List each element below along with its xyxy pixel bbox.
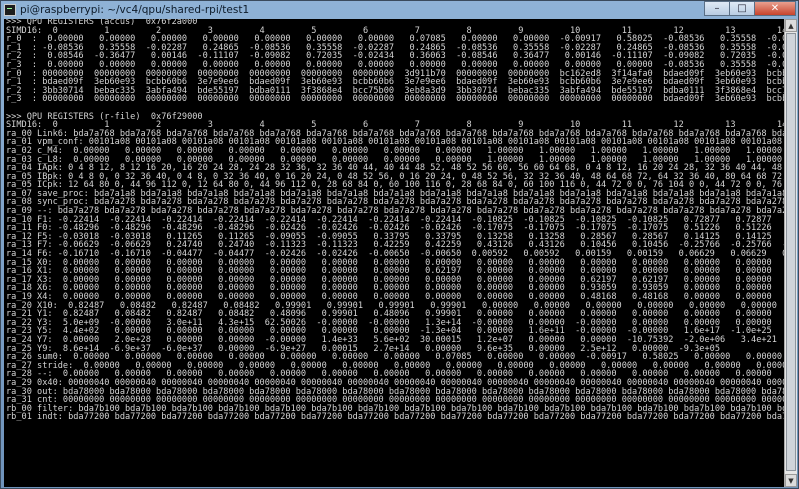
- terminal-icon[interactable]: [4, 3, 16, 16]
- window-controls: – □ ✕: [704, 1, 796, 16]
- terminal-output[interactable]: >>> QPU REGISTERS (accus) 0x76f2a000 SIMD…: [4, 19, 784, 487]
- terminal-line: rb_01 indt: bda77200 bda77200 bda77200 b…: [6, 412, 784, 423]
- window-title: pi@raspberrypi: ~/vc4/qpu/shared-rpi/tes…: [20, 3, 250, 16]
- scroll-thumb[interactable]: [786, 33, 796, 471]
- close-button[interactable]: ✕: [754, 1, 796, 16]
- title-bar[interactable]: pi@raspberrypi: ~/vc4/qpu/shared-rpi/tes…: [1, 1, 798, 18]
- terminal-text: >>> QPU REGISTERS (accus) 0x76f2a000 SIMD…: [6, 19, 784, 422]
- scroll-up-button[interactable]: ▲: [785, 19, 797, 32]
- vertical-scrollbar[interactable]: ▲ ▼: [784, 19, 797, 487]
- terminal-line: r_3 : 00000000 00000000 00000000 0000000…: [6, 94, 784, 105]
- maximize-button[interactable]: □: [729, 1, 755, 16]
- terminal-window: pi@raspberrypi: ~/vc4/qpu/shared-rpi/tes…: [0, 0, 799, 489]
- minimize-button[interactable]: –: [704, 1, 730, 16]
- scroll-down-button[interactable]: ▼: [785, 474, 797, 487]
